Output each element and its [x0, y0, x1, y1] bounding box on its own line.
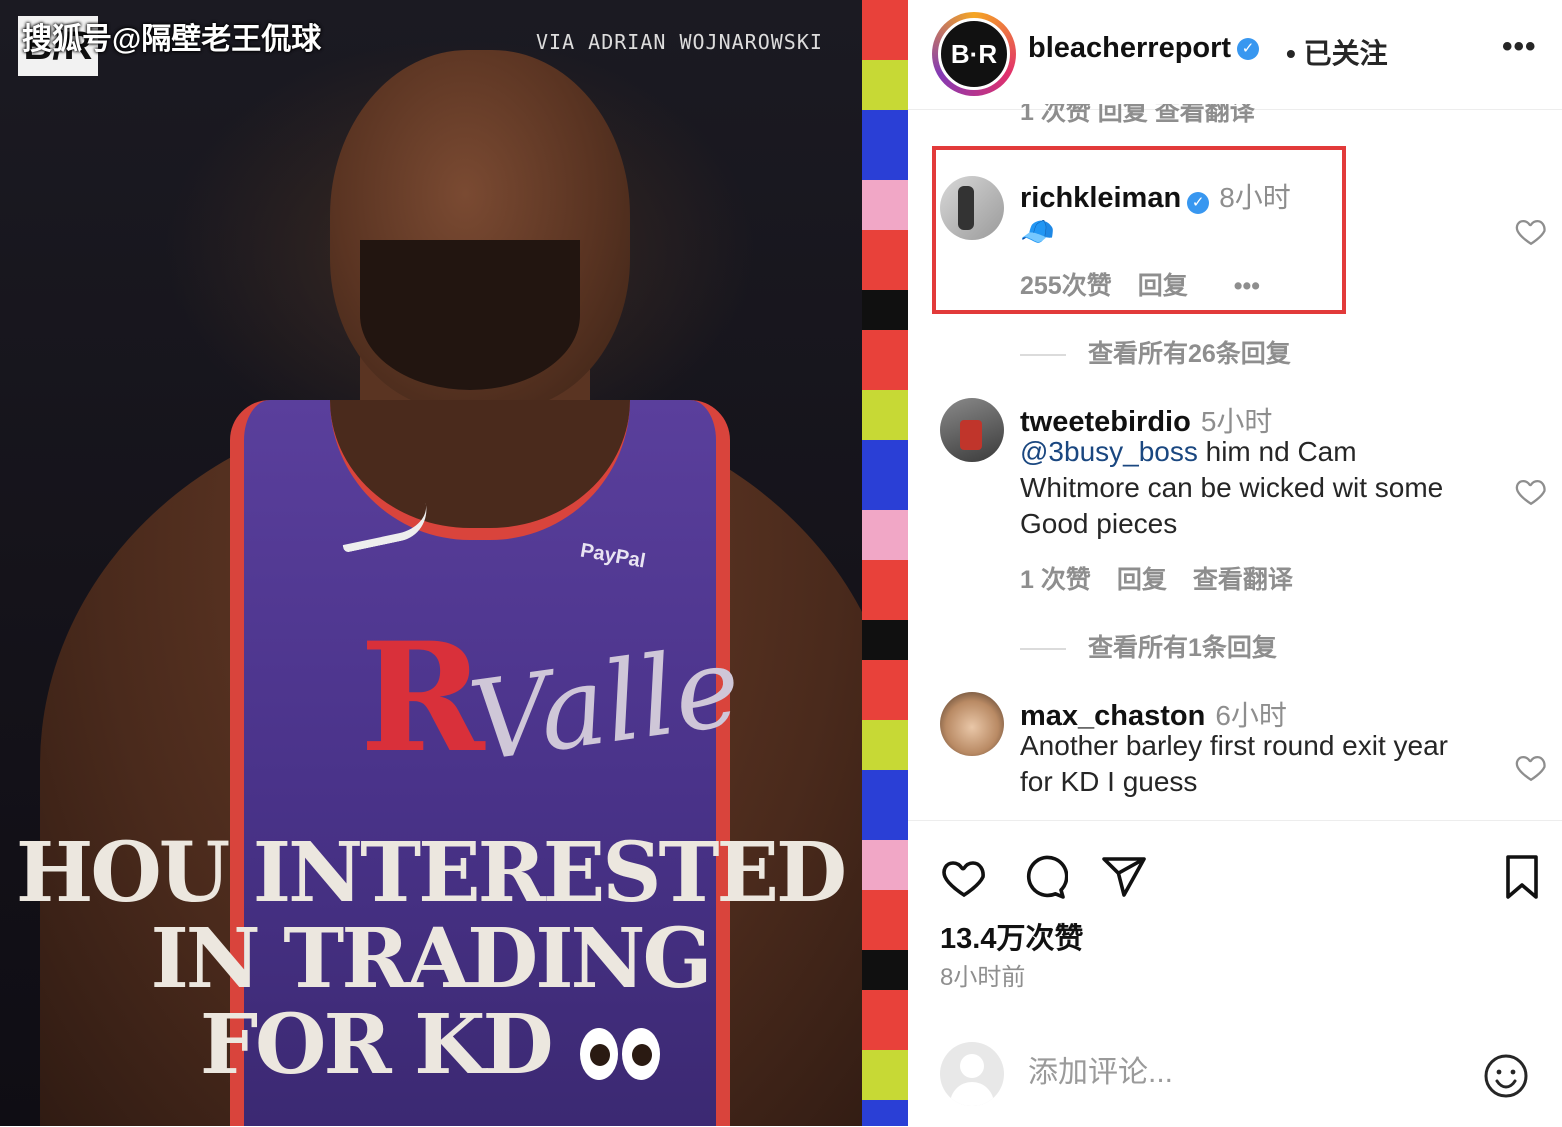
headline-line-2: IN TRADING [150, 911, 712, 1007]
comment-text: 🧢 [1020, 216, 1055, 247]
verified-badge-icon: ✓ [1187, 191, 1210, 214]
post-likes[interactable]: 13.4万次赞 [940, 915, 1083, 957]
add-comment-input[interactable] [1028, 1056, 1448, 1090]
mention-link[interactable]: @3busy_boss [1020, 436, 1198, 467]
eyes-emoji-icon [576, 1009, 661, 1095]
like-heart-icon[interactable] [940, 853, 988, 901]
watermark: 搜狐号@隔壁老王侃球 [22, 23, 322, 56]
image-credit: VIA ADRIAN WOJNAROWSKI [536, 30, 823, 54]
comment-text-line-2: for KD I guess [1020, 766, 1198, 797]
separator-dot: • [1286, 38, 1296, 69]
commenter-avatar[interactable] [940, 398, 1004, 462]
player-beard [360, 240, 580, 390]
user-avatar [940, 1042, 1004, 1106]
reply-button[interactable]: 回复 [1117, 566, 1167, 594]
add-comment-bar [908, 1018, 1562, 1126]
comment-text: Another barley first round exit year for… [1020, 728, 1520, 800]
view-replies-link[interactable]: 查看所有26条回复 [1020, 334, 1291, 370]
comment-likes[interactable]: 255次赞 [1020, 272, 1112, 300]
comment-text-line-3: Good pieces [1020, 508, 1178, 539]
comment-time: 6小时 [1215, 700, 1287, 731]
verified-badge-icon: ✓ [1237, 38, 1260, 61]
comment-meta: 1 次赞 回复 查看翻译 [1020, 560, 1319, 596]
comment-text: @3busy_boss him nd Cam Whitmore can be w… [1020, 434, 1520, 542]
translate-button[interactable]: 查看翻译 [1193, 566, 1293, 594]
account-username[interactable]: bleacherreport [1028, 32, 1231, 64]
post-header: B·R bleacherreport ✓ • 已关注 ••• [908, 0, 1562, 110]
bookmark-icon[interactable] [1498, 853, 1546, 901]
comment-text-line-2: Whitmore can be wicked wit some [1020, 472, 1444, 503]
image-headline: HOU INTERESTED IN TRADING FOR KD [0, 830, 860, 1095]
share-send-icon[interactable] [1100, 853, 1148, 901]
commenter-avatar[interactable] [940, 692, 1004, 756]
follow-status[interactable]: • 已关注 [1286, 32, 1388, 72]
more-options-button[interactable]: ••• [1502, 30, 1537, 64]
headline-line-1: HOU INTERESTED [15, 825, 847, 921]
post-image[interactable]: PayPal R Valle B/R 搜狐号@隔壁老王侃球 VIA ADRIAN… [0, 0, 908, 1126]
comment-header: richkleiman ✓ 8小时 [1020, 176, 1291, 216]
comment-bubble-icon[interactable] [1020, 853, 1068, 901]
comment-time: 5小时 [1200, 406, 1273, 437]
headline-line-3-text: FOR KD [199, 997, 554, 1093]
comment-username[interactable]: richkleiman [1020, 182, 1181, 214]
comments-panel: B·R bleacherreport ✓ • 已关注 ••• 1 次赞 回复 查看… [908, 0, 1562, 1126]
decorative-strip [862, 0, 908, 1126]
rockets-logo: R [360, 610, 485, 786]
commenter-avatar[interactable] [940, 176, 1004, 240]
emoji-smiley-icon[interactable] [1482, 1052, 1530, 1100]
account-avatar[interactable]: B·R [938, 18, 1010, 90]
account-name[interactable]: bleacherreport ✓ [1028, 32, 1260, 65]
headline-line-3: FOR KD [0, 1002, 860, 1095]
comment-likes[interactable]: 1 次赞 [1020, 566, 1091, 594]
follow-status-label[interactable]: 已关注 [1304, 38, 1388, 69]
reply-button[interactable]: 回复 [1138, 272, 1188, 300]
comment-more-button[interactable]: ••• [1234, 272, 1260, 300]
like-comment-heart-icon[interactable] [1514, 750, 1548, 784]
like-comment-heart-icon[interactable] [1514, 474, 1548, 508]
comment-meta: 255次赞 回复 ••• [1020, 266, 1286, 302]
view-replies-link[interactable]: 查看所有1条回复 [1020, 628, 1277, 664]
like-comment-heart-icon[interactable] [1514, 214, 1548, 248]
post-time: 8小时前 [940, 964, 1026, 991]
comment-time: 8小时 [1219, 182, 1291, 213]
comment-text-line-1: Another barley first round exit year [1020, 730, 1448, 761]
comment-text-line-1: him nd Cam [1197, 436, 1357, 467]
